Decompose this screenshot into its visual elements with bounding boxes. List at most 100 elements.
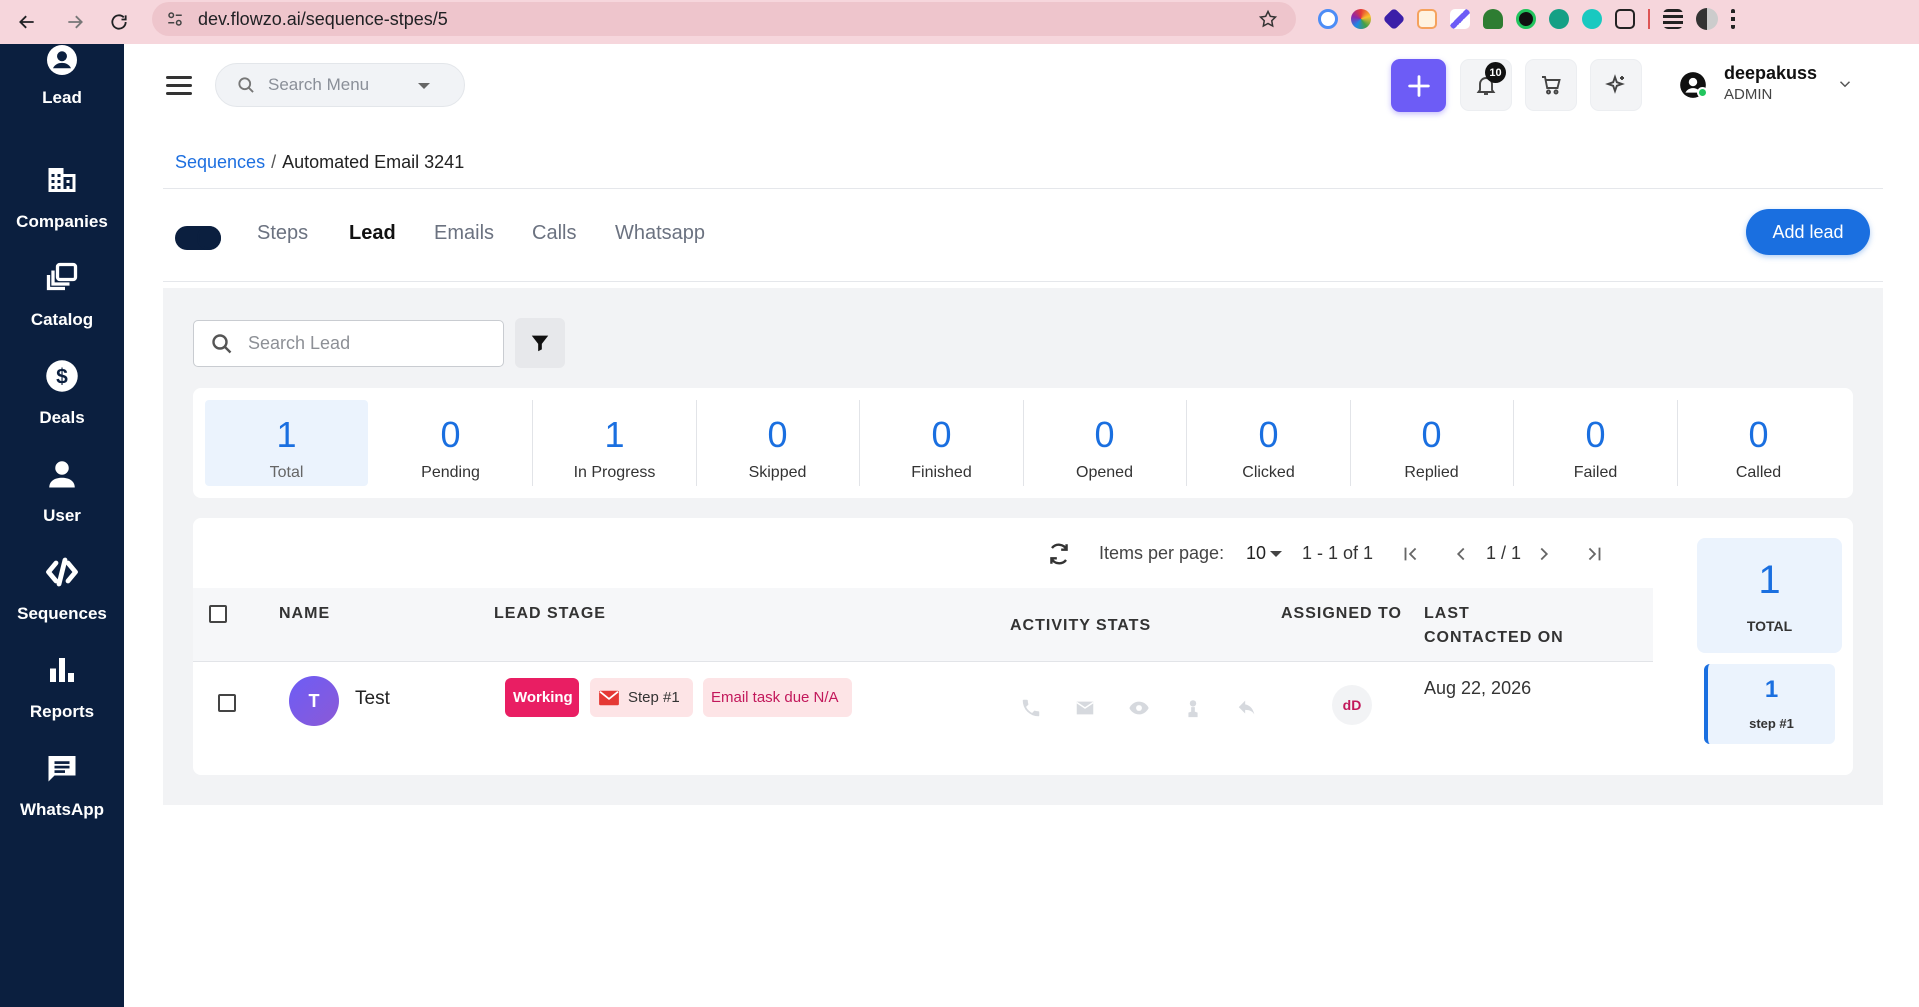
create-button[interactable]	[1391, 59, 1446, 112]
refresh-icon[interactable]	[1046, 541, 1072, 567]
next-page-icon[interactable]	[1533, 543, 1555, 565]
user-role: ADMIN	[1724, 86, 1773, 103]
sidebar-item-companies[interactable]: Companies	[0, 162, 124, 262]
search-lead-placeholder: Search Lead	[248, 333, 351, 353]
lead-name[interactable]: Test	[355, 688, 390, 710]
stat-in-progress[interactable]: 1 In Progress	[533, 400, 696, 486]
stat-value: 1	[276, 414, 297, 455]
items-per-page-select[interactable]: 10	[1246, 543, 1266, 564]
sidebar-item-deals[interactable]: $ Deals	[0, 358, 124, 458]
stat-replied[interactable]: 0 Replied	[1350, 400, 1513, 486]
step-count: 1	[1764, 676, 1779, 703]
chevron-down-icon[interactable]	[1270, 551, 1282, 557]
sidebar-item-whatsapp[interactable]: WhatsApp	[0, 750, 124, 850]
stat-value: 0	[1748, 414, 1769, 455]
stat-clicked[interactable]: 0 Clicked	[1187, 400, 1350, 486]
extension-icon[interactable]	[1549, 9, 1569, 29]
stat-total[interactable]: 1 Total	[205, 400, 368, 486]
online-status-dot	[1697, 87, 1708, 98]
column-lead-stage[interactable]: LEAD STAGE	[494, 605, 606, 623]
stat-called[interactable]: 0 Called	[1677, 400, 1840, 486]
sidebar-item-reports[interactable]: Reports	[0, 652, 124, 752]
sidebar-item-user[interactable]: User	[0, 456, 124, 556]
sidebar-item-lead[interactable]: Lead	[0, 44, 124, 138]
extension-icon[interactable]	[1483, 9, 1503, 29]
first-page-icon[interactable]	[1400, 543, 1422, 565]
ai-sparkle-button[interactable]	[1590, 59, 1642, 111]
extension-icon[interactable]	[1582, 9, 1602, 29]
tab-calls[interactable]: Calls	[532, 222, 576, 245]
forward-icon[interactable]	[56, 6, 94, 38]
search-lead-input[interactable]: Search Lead	[193, 320, 504, 367]
media-control-icon[interactable]	[1663, 9, 1683, 29]
stat-pending[interactable]: 0 Pending	[369, 400, 532, 486]
deals-icon: $	[46, 360, 78, 392]
tab-emails[interactable]: Emails	[434, 222, 494, 245]
extension-icon[interactable]	[1351, 9, 1371, 29]
extension-icon[interactable]	[1318, 9, 1338, 29]
total-label: TOTAL	[1746, 618, 1793, 634]
previous-page-icon[interactable]	[1450, 543, 1472, 565]
sequence-active-toggle[interactable]	[175, 226, 221, 250]
puzzle-icon[interactable]	[1615, 9, 1635, 29]
reload-icon[interactable]	[100, 6, 138, 38]
site-settings-icon[interactable]	[166, 10, 184, 28]
table-header	[193, 588, 1653, 662]
stat-value: 1	[604, 414, 625, 455]
total-summary-card[interactable]: 1 TOTAL	[1697, 538, 1842, 653]
stat-label: Skipped	[748, 464, 807, 481]
stat-value: 0	[767, 414, 788, 455]
select-all-checkbox[interactable]	[209, 605, 227, 623]
profile-avatar-icon[interactable]	[1696, 8, 1718, 30]
filter-button[interactable]	[515, 318, 565, 368]
tab-steps[interactable]: Steps	[257, 222, 308, 245]
assignee-avatar[interactable]: dD	[1332, 685, 1372, 725]
chevron-down-icon[interactable]	[1836, 75, 1854, 93]
url-text[interactable]: dev.flowzo.ai/sequence-stpes/5	[198, 9, 448, 30]
stat-label: Opened	[1076, 464, 1133, 481]
column-last-contacted[interactable]: LAST	[1424, 605, 1470, 623]
extension-icon[interactable]	[1382, 7, 1406, 31]
hamburger-menu-icon[interactable]	[166, 76, 192, 98]
sequences-icon	[46, 557, 78, 587]
tab-lead[interactable]: Lead	[349, 222, 396, 245]
extension-icon[interactable]	[1417, 9, 1437, 29]
row-checkbox[interactable]	[218, 694, 236, 712]
extension-icon[interactable]	[1450, 9, 1470, 29]
total-value: 1	[1758, 558, 1781, 602]
tab-whatsapp[interactable]: Whatsapp	[615, 222, 705, 245]
sidebar-item-label: Sequences	[17, 604, 107, 623]
stat-label: Total	[269, 464, 304, 481]
breadcrumb-sequences-link[interactable]: Sequences	[175, 152, 265, 172]
stage-badge: Working	[505, 678, 579, 717]
add-lead-button[interactable]: Add lead	[1746, 209, 1870, 255]
step-summary-card[interactable]: 1 step #1	[1704, 664, 1835, 744]
bookmark-star-icon[interactable]	[1258, 9, 1278, 29]
chevron-down-icon	[418, 83, 430, 89]
cart-button[interactable]	[1525, 59, 1577, 111]
mail-icon	[599, 690, 619, 705]
kebab-menu-icon[interactable]	[1731, 9, 1735, 29]
user-name[interactable]: deepakuss	[1724, 63, 1817, 84]
sidebar-item-label: Catalog	[30, 310, 94, 329]
sidebar-item-catalog[interactable]: Catalog	[0, 260, 124, 360]
sidebar-item-label: Reports	[29, 702, 95, 721]
sidebar-item-label: Companies	[16, 212, 108, 231]
last-contacted-date: Aug 22, 2026	[1424, 678, 1532, 698]
extension-icon[interactable]	[1516, 9, 1536, 29]
stat-opened[interactable]: 0 Opened	[1023, 400, 1186, 486]
column-activity-stats[interactable]: ACTIVITY STATS	[1010, 617, 1151, 635]
column-name[interactable]: NAME	[279, 605, 330, 623]
stat-failed[interactable]: 0 Failed	[1514, 400, 1677, 486]
stat-value: 0	[1258, 414, 1279, 455]
stat-finished[interactable]: 0 Finished	[860, 400, 1023, 486]
stats-summary: 1 Total 0 Pending 1 In Progress 0 Skippe…	[193, 388, 1853, 498]
divider	[163, 281, 1883, 282]
back-icon[interactable]	[8, 6, 46, 38]
column-assigned-to[interactable]: ASSIGNED TO	[1281, 605, 1402, 623]
search-menu-dropdown[interactable]: Search Menu	[215, 63, 465, 107]
last-page-icon[interactable]	[1583, 543, 1605, 565]
sidebar-item-sequences[interactable]: Sequences	[0, 554, 124, 654]
address-bar[interactable]: dev.flowzo.ai/sequence-stpes/5	[152, 2, 1296, 36]
stat-skipped[interactable]: 0 Skipped	[696, 400, 859, 486]
